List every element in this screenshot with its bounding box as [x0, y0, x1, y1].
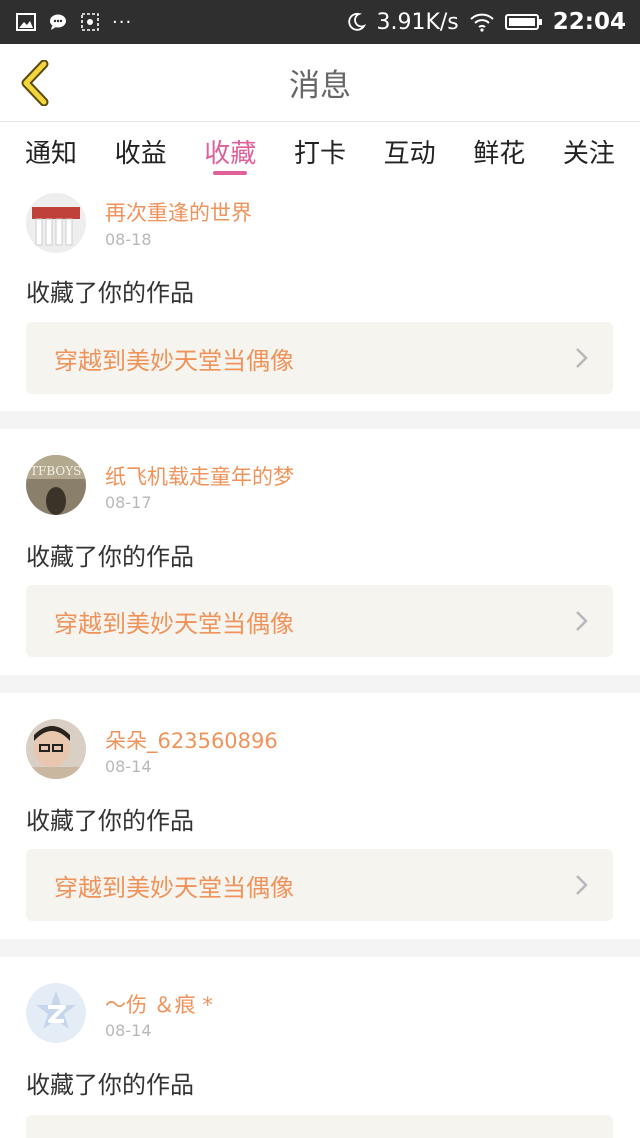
username[interactable]: 朵朵_623560896	[105, 725, 278, 755]
message-date: 08-18	[105, 230, 152, 249]
battery-icon	[504, 12, 543, 32]
message-card: 朵朵_623560896 08-14 收藏了你的作品 穿越到美妙天堂当偶像	[0, 693, 640, 939]
chevron-right-icon	[576, 348, 588, 368]
chevron-right-icon	[576, 611, 588, 631]
tab-favorites[interactable]: 收藏	[189, 123, 271, 179]
tab-checkin[interactable]: 打卡	[279, 123, 361, 179]
message-date: 08-14	[105, 757, 152, 776]
avatar[interactable]	[26, 193, 86, 253]
tab-notice[interactable]: 通知	[10, 123, 92, 179]
work-link[interactable]: 穿越到美妙天堂当偶像	[26, 585, 613, 657]
tab-follow[interactable]: 关注	[548, 123, 630, 179]
active-tab-indicator	[213, 171, 248, 175]
message-card: ～伤 ＆痕 * 08-14 收藏了你的作品	[0, 957, 640, 1138]
work-title: 穿越到美妙天堂当偶像	[54, 346, 294, 375]
username[interactable]: 再次重逢的世界	[105, 197, 252, 227]
message-list: 再次重逢的世界 08-18 收藏了你的作品 穿越到美妙天堂当偶像 TFBOYS …	[0, 179, 640, 1138]
network-speed: 3.91K/s	[376, 9, 459, 35]
tab-flowers[interactable]: 鲜花	[458, 123, 540, 179]
back-button[interactable]	[14, 58, 54, 108]
more-icon: ···	[112, 11, 133, 33]
navigation-header: 消息	[0, 44, 640, 122]
action-text: 收藏了你的作品	[26, 1071, 194, 1099]
message-date: 08-17	[105, 493, 152, 512]
tab-earnings[interactable]: 收益	[100, 123, 182, 179]
moon-icon	[346, 12, 367, 32]
page-title: 消息	[289, 68, 351, 104]
tab-interaction[interactable]: 互动	[369, 123, 451, 179]
status-bar: ··· 3.91K/s 22:04	[0, 0, 640, 44]
divider	[0, 411, 640, 429]
avatar[interactable]: TFBOYS	[26, 455, 86, 515]
action-text: 收藏了你的作品	[26, 543, 194, 571]
username[interactable]: ～伤 ＆痕 *	[105, 989, 213, 1019]
work-title: 穿越到美妙天堂当偶像	[54, 609, 294, 638]
wifi-icon	[469, 12, 495, 32]
work-title: 穿越到美妙天堂当偶像	[54, 873, 294, 902]
clock: 22:04	[552, 9, 626, 35]
username[interactable]: 纸飞机载走童年的梦	[105, 461, 294, 491]
message-date: 08-14	[105, 1021, 152, 1040]
work-link[interactable]: 穿越到美妙天堂当偶像	[26, 849, 613, 921]
avatar[interactable]	[26, 719, 86, 779]
divider	[0, 939, 640, 957]
avatar[interactable]	[26, 983, 86, 1043]
chevron-left-icon	[21, 60, 49, 106]
chat-icon	[48, 12, 68, 32]
svg-text:TFBOYS: TFBOYS	[30, 464, 81, 478]
work-link[interactable]	[26, 1115, 613, 1138]
tab-bar: 通知 收益 收藏 打卡 互动 鲜花 关注	[0, 123, 640, 179]
action-text: 收藏了你的作品	[26, 279, 194, 307]
message-card: TFBOYS 纸飞机载走童年的梦 08-17 收藏了你的作品 穿越到美妙天堂当偶…	[0, 429, 640, 675]
action-text: 收藏了你的作品	[26, 807, 194, 835]
screenshot-icon	[80, 12, 100, 32]
work-link[interactable]: 穿越到美妙天堂当偶像	[26, 322, 613, 394]
chevron-right-icon	[576, 875, 588, 895]
message-card: 再次重逢的世界 08-18 收藏了你的作品 穿越到美妙天堂当偶像	[0, 179, 640, 411]
divider	[0, 675, 640, 693]
image-icon	[16, 12, 36, 32]
